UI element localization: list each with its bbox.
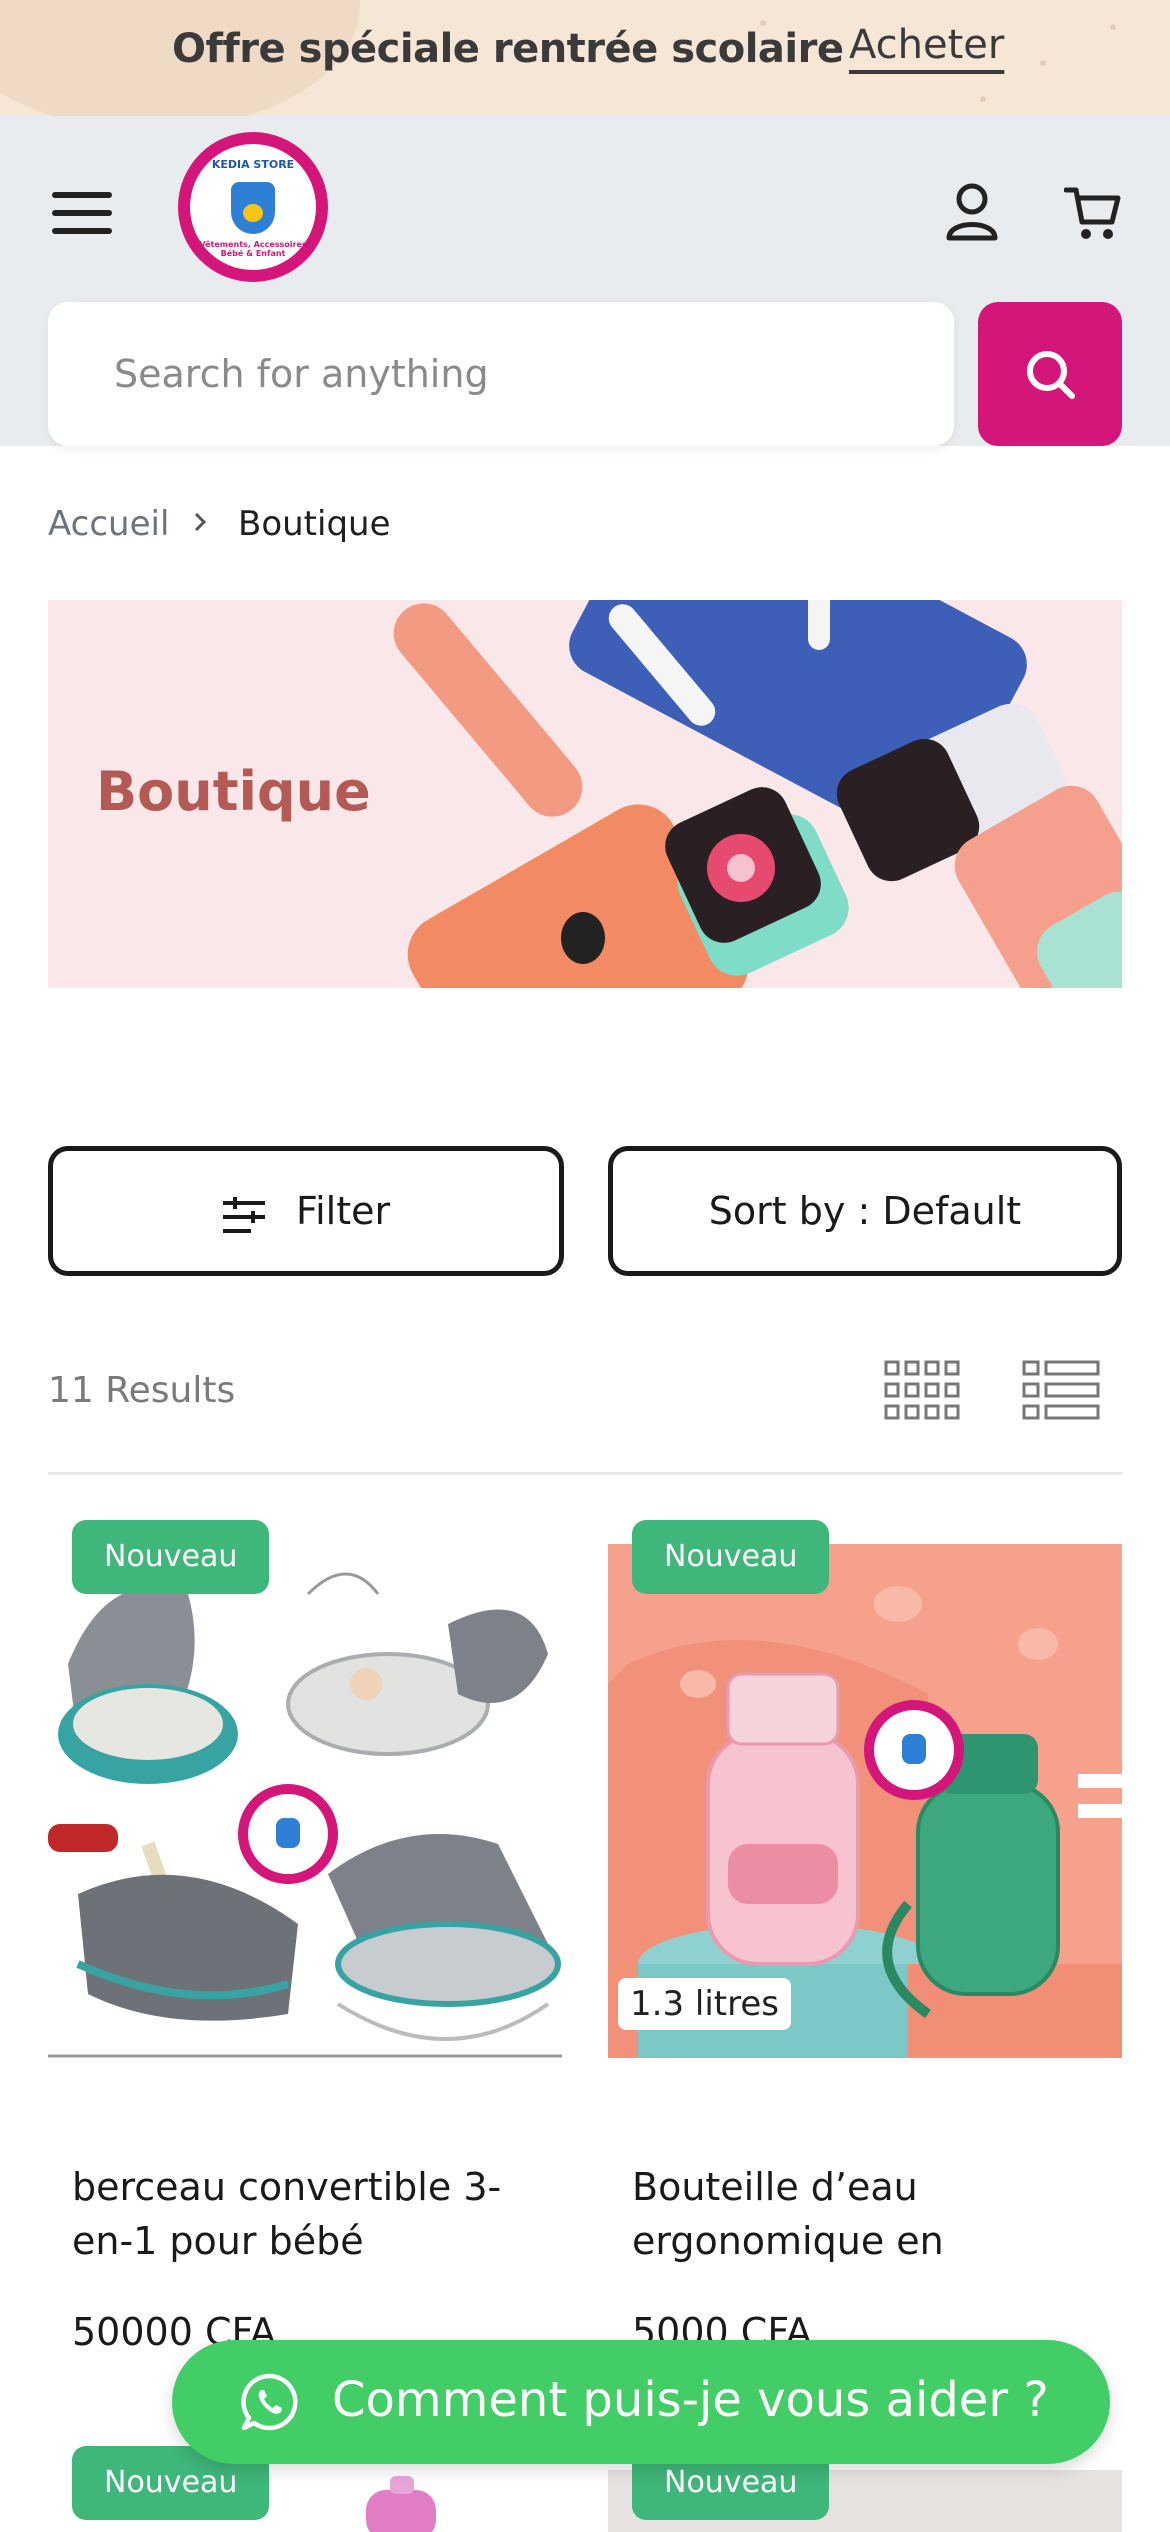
promo-shop-link[interactable]: Acheter: [849, 22, 1004, 68]
product-card[interactable]: 1.3 litres Nouveau Bouteille d’eau ergon…: [608, 1520, 1122, 2360]
whatsapp-label: Comment puis-je vous aider ?: [332, 2372, 1049, 2428]
breadcrumb-home-link[interactable]: Accueil: [48, 504, 169, 544]
promo-bar: Offre spéciale rentrée scolaire Acheter: [0, 0, 1170, 116]
product-image[interactable]: 1.3 litres: [608, 1544, 1122, 2058]
search-button[interactable]: [978, 302, 1122, 446]
filter-label: Filter: [296, 1189, 391, 1233]
whatsapp-help-button[interactable]: Comment puis-je vous aider ?: [172, 2340, 1110, 2464]
sort-dropdown[interactable]: Sort by : Default: [608, 1146, 1122, 1276]
site-header: KEDIA STORE Vêtements, Accessoires Bébé …: [0, 116, 1170, 446]
search-box: [48, 302, 954, 446]
logo-text: KEDIA STORE: [211, 158, 295, 171]
product-card[interactable]: Nouveau berceau convertible 3-en-1 pour …: [48, 1520, 562, 2360]
new-badge: Nouveau: [632, 1520, 830, 1594]
sort-label: Sort by : Default: [708, 1189, 1022, 1233]
search-input[interactable]: [114, 348, 914, 400]
filter-button[interactable]: Filter: [48, 1146, 564, 1276]
product-title[interactable]: Bouteille d’eau ergonomique en: [632, 2160, 1102, 2268]
new-badge: Nouveau: [72, 1520, 270, 1594]
promo-text: Offre spéciale rentrée scolaire: [172, 26, 844, 72]
whatsapp-icon: [241, 2373, 298, 2431]
store-logo[interactable]: KEDIA STORE Vêtements, Accessoires Bébé …: [178, 132, 328, 282]
banner-title: Boutique: [96, 760, 371, 823]
product-title[interactable]: berceau convertible 3-en-1 pour bébé: [72, 2160, 542, 2268]
search-icon: [1027, 351, 1075, 399]
divider: [48, 1472, 1122, 1475]
menu-icon[interactable]: [50, 188, 116, 238]
shop-banner: Boutique: [48, 600, 1122, 988]
product-image[interactable]: [48, 1544, 562, 2058]
sliders-icon: [223, 1197, 265, 1233]
results-count: 11 Results: [48, 1370, 236, 1411]
cart-icon[interactable]: [1063, 182, 1122, 242]
logo-subtext: Vêtements, Accessoires Bébé & Enfant: [199, 240, 307, 258]
chevron-right-icon: [194, 512, 207, 532]
capacity-label: 1.3 litres: [618, 1978, 791, 2030]
breadcrumb-current: Boutique: [238, 504, 391, 544]
grid-view-icon[interactable]: [884, 1360, 962, 1422]
list-view-icon[interactable]: [1022, 1360, 1100, 1422]
account-icon[interactable]: [945, 182, 999, 242]
